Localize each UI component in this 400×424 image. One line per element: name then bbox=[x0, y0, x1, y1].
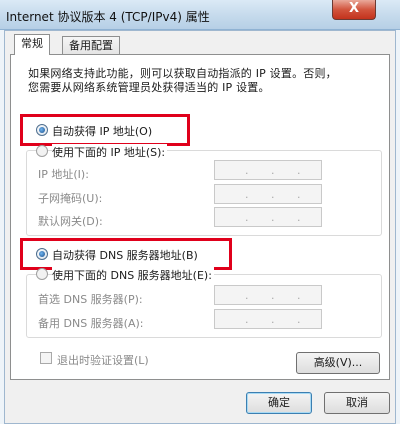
manual-dns-label[interactable]: 使用下面的 DNS 服务器地址(E): bbox=[52, 267, 214, 283]
validate-on-exit-checkbox[interactable] bbox=[40, 352, 52, 364]
validate-on-exit-label[interactable]: 退出时验证设置(L) bbox=[57, 352, 149, 368]
auto-dns-radio[interactable] bbox=[36, 248, 48, 260]
auto-ip-radio[interactable] bbox=[36, 124, 48, 136]
ip-address-field[interactable]: ... bbox=[214, 160, 322, 180]
description-line-1: 如果网络支持此功能，则可以获取自动指派的 IP 设置。否则， bbox=[28, 67, 337, 80]
subnet-mask-label: 子网掩码(U): bbox=[38, 192, 103, 205]
title-bar[interactable]: Internet 协议版本 4 (TCP/IPv4) 属性 X bbox=[0, 0, 400, 30]
preferred-dns-label: 首选 DNS 服务器(P): bbox=[38, 293, 143, 306]
preferred-dns-field[interactable]: ... bbox=[214, 285, 322, 305]
default-gateway-field[interactable]: ... bbox=[214, 207, 322, 227]
alternate-dns-label: 备用 DNS 服务器(A): bbox=[38, 317, 144, 330]
auto-ip-label[interactable]: 自动获得 IP 地址(O) bbox=[52, 123, 152, 139]
advanced-button[interactable]: 高级(V)... bbox=[296, 352, 380, 374]
ok-button[interactable]: 确定 bbox=[246, 392, 312, 414]
ip-address-label: IP 地址(I): bbox=[38, 168, 89, 181]
default-gateway-label: 默认网关(D): bbox=[38, 215, 103, 228]
alternate-dns-field[interactable]: ... bbox=[214, 309, 322, 329]
subnet-mask-field[interactable]: ... bbox=[214, 184, 322, 204]
description-line-2: 您需要从网络系统管理员处获得适当的 IP 设置。 bbox=[28, 81, 270, 94]
manual-dns-radio[interactable] bbox=[36, 268, 48, 280]
manual-ip-radio[interactable] bbox=[36, 145, 48, 157]
cancel-button[interactable]: 取消 bbox=[324, 392, 390, 414]
tab-general[interactable]: 常规 bbox=[14, 34, 50, 55]
tab-alternate-configuration[interactable]: 备用配置 bbox=[62, 36, 120, 55]
manual-ip-label[interactable]: 使用下面的 IP 地址(S): bbox=[52, 144, 168, 160]
close-button[interactable]: X bbox=[332, 0, 376, 20]
window-title: Internet 协议版本 4 (TCP/IPv4) 属性 bbox=[6, 10, 210, 24]
auto-dns-label[interactable]: 自动获得 DNS 服务器地址(B) bbox=[52, 247, 198, 263]
